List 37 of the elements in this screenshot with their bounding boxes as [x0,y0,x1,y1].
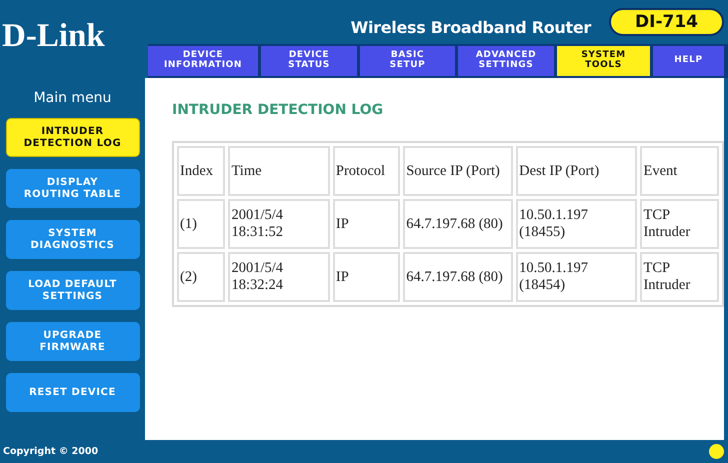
column-header: Index [177,146,226,196]
nav-tab[interactable]: DEVICE INFORMATION [148,46,258,76]
table-cell: IP [332,252,400,302]
sidebar-button[interactable]: RESET DEVICE [6,373,140,412]
nav-tab[interactable]: ADVANCED SETTINGS [458,46,554,76]
table-cell: 10.50.1.197 (18454) [516,252,638,302]
copyright-text: Copyright © 2000 [3,446,98,457]
sidebar-button[interactable]: INTRUDER DETECTION LOG [6,118,140,157]
sidebar-button[interactable]: UPGRADE FIRMWARE [6,322,140,361]
product-title: Wireless Broadband Router [350,18,592,36]
sidebar-button[interactable]: SYSTEM DIAGNOSTICS [6,220,140,259]
sidebar-button[interactable]: DISPLAY ROUTING TABLE [6,169,140,208]
table-cell: 2001/5/4 18:32:24 [228,252,330,302]
column-header: Protocol [332,146,400,196]
nav-tab[interactable]: HELP [653,46,724,76]
page-title: INTRUDER DETECTION LOG [172,102,384,118]
column-header: Event [640,146,719,196]
nav-tab[interactable]: BASIC SETUP [360,46,455,76]
table-cell: (2) [177,252,226,302]
sidebar-title: Main menu [34,90,112,106]
table-cell: (1) [177,199,226,249]
nav-tab[interactable]: DEVICE STATUS [261,46,357,76]
logo: D-Link [2,20,105,53]
table-cell: 64.7.197.68 (80) [403,252,514,302]
model-badge: DI-714 [609,8,724,36]
status-dot-icon [709,444,724,459]
table-cell: TCP Intruder [640,199,719,249]
sidebar-button[interactable]: LOAD DEFAULT SETTINGS [6,271,140,310]
column-header: Time [228,146,330,196]
table-cell: 2001/5/4 18:31:52 [228,199,330,249]
table-cell: IP [332,199,400,249]
table-cell: TCP Intruder [640,252,719,302]
table-cell: 10.50.1.197 (18455) [516,199,638,249]
column-header: Dest IP (Port) [516,146,638,196]
nav-tab[interactable]: SYSTEM TOOLS [557,46,650,76]
column-header: Source IP (Port) [403,146,514,196]
table-cell: 64.7.197.68 (80) [403,199,514,249]
